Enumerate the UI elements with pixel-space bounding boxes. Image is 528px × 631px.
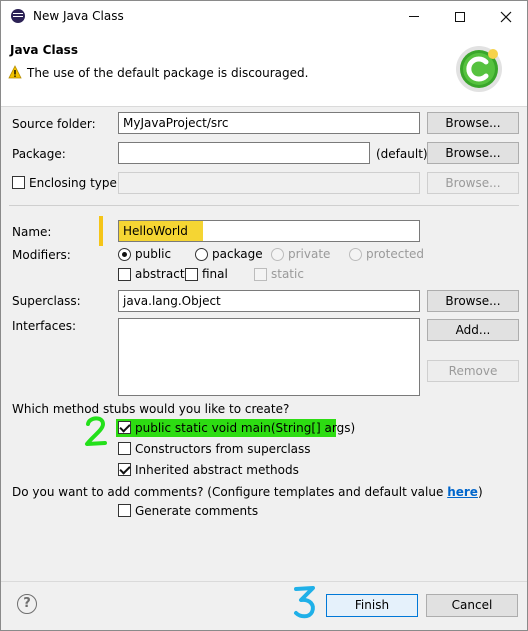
maximize-button[interactable] — [437, 1, 483, 32]
modifier-private-radio — [271, 248, 284, 261]
modifier-final-checkbox[interactable] — [185, 268, 198, 281]
method-stubs-question: Which method stubs would you like to cre… — [12, 402, 290, 416]
interfaces-remove-button: Remove — [427, 360, 519, 382]
separator — [9, 205, 519, 206]
stub-main-checkbox[interactable] — [118, 421, 131, 434]
source-folder-label: Source folder: — [12, 117, 96, 131]
comments-question-text: Do you want to add comments? (Configure … — [12, 485, 448, 499]
source-folder-browse-button[interactable]: Browse... — [427, 112, 519, 134]
enclosing-type-input — [118, 172, 420, 194]
page-title: Java Class — [10, 43, 78, 57]
close-button[interactable] — [483, 1, 528, 32]
maximize-icon — [455, 11, 465, 22]
superclass-input[interactable]: java.lang.Object — [118, 290, 420, 312]
enclosing-type-checkbox[interactable] — [12, 176, 25, 189]
stub-inherited-checkbox[interactable] — [118, 463, 131, 476]
superclass-browse-button[interactable]: Browse... — [427, 290, 519, 312]
configure-templates-link[interactable]: here — [447, 485, 478, 499]
source-folder-input[interactable]: MyJavaProject/src — [118, 112, 420, 134]
enclosing-type-label: Enclosing type: — [29, 176, 121, 190]
modifier-private-label: private — [288, 247, 331, 261]
modifier-package-radio[interactable] — [195, 248, 208, 261]
modifiers-label: Modifiers: — [12, 248, 71, 262]
stub-constructors-checkbox[interactable] — [118, 442, 131, 455]
warning-message: The use of the default package is discou… — [27, 66, 309, 80]
enclosing-type-browse-button: Browse... — [427, 172, 519, 194]
footer-separator — [1, 581, 527, 582]
warning-icon — [8, 65, 22, 79]
title-bar: New Java Class — [1, 1, 527, 32]
stub-main-label: public static void main(String[] args) — [135, 421, 356, 435]
modifier-protected-label: protected — [366, 247, 425, 261]
modifier-static-label: static — [271, 267, 304, 281]
modifier-public-label: public — [135, 247, 172, 261]
package-default-label: (default) — [376, 147, 428, 161]
interfaces-add-button[interactable]: Add... — [427, 319, 519, 341]
annotation-step-2 — [85, 416, 107, 446]
generate-comments-label: Generate comments — [135, 504, 259, 518]
modifier-package-label: package — [212, 247, 263, 261]
annotation-step-3 — [294, 586, 315, 619]
superclass-label: Superclass: — [12, 294, 81, 308]
interfaces-label: Interfaces: — [12, 319, 77, 333]
finish-button[interactable]: Finish — [326, 594, 418, 617]
eclipse-icon — [11, 9, 25, 23]
minimize-button[interactable] — [391, 1, 437, 32]
new-java-class-dialog: New Java Class Java Class The use of the… — [0, 0, 528, 631]
minimize-icon — [409, 16, 419, 17]
cancel-button[interactable]: Cancel — [426, 594, 518, 617]
name-input-value: HelloWorld — [119, 221, 203, 241]
annotation-marker — [99, 216, 103, 246]
comments-question: Do you want to add comments? (Configure … — [12, 485, 483, 499]
package-input[interactable] — [118, 142, 370, 164]
help-icon[interactable]: ? — [17, 594, 37, 614]
modifier-final-label: final — [202, 267, 228, 281]
name-label: Name: — [12, 225, 52, 239]
modifier-static-checkbox — [254, 268, 267, 281]
package-browse-button[interactable]: Browse... — [427, 142, 519, 164]
stub-inherited-label: Inherited abstract methods — [135, 463, 299, 477]
stub-constructors-label: Constructors from superclass — [135, 442, 311, 456]
comments-question-end: ) — [477, 485, 483, 499]
window-title: New Java Class — [33, 9, 124, 23]
modifier-protected-radio — [349, 248, 362, 261]
modifier-public-radio[interactable] — [118, 248, 131, 261]
new-class-wizard-icon — [456, 46, 502, 92]
close-icon — [500, 11, 512, 22]
wizard-banner: Java Class The use of the default packag… — [1, 32, 527, 107]
modifier-abstract-checkbox[interactable] — [118, 268, 131, 281]
package-label: Package: — [12, 147, 66, 161]
modifier-abstract-label: abstract — [135, 267, 185, 281]
generate-comments-checkbox[interactable] — [118, 504, 131, 517]
interfaces-list[interactable] — [118, 318, 420, 396]
name-input[interactable]: HelloWorld — [118, 220, 420, 242]
